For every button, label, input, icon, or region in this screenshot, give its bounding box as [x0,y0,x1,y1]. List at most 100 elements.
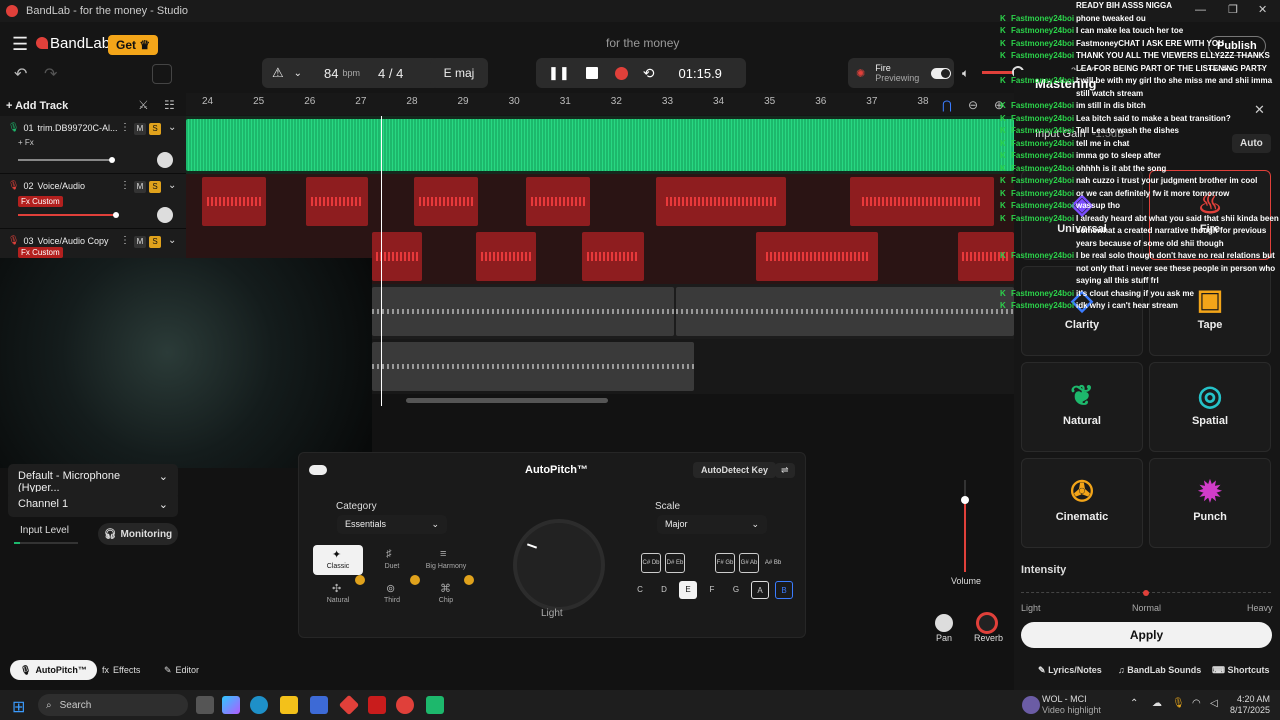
autodetect-key-button[interactable]: AutoDetect Key [693,462,777,478]
store-icon[interactable] [310,696,328,714]
tab-effects[interactable]: fx Effects [92,660,150,680]
shortcuts-button[interactable]: ⌨ Shortcuts [1212,665,1270,676]
track-volume-slider[interactable] [18,157,115,163]
reverb-knob[interactable] [976,612,998,634]
stop-button[interactable] [585,67,598,79]
intensity-slider[interactable] [1021,590,1271,596]
fire-toggle[interactable] [931,67,952,79]
audio-clip[interactable] [756,232,878,281]
wol-app-icon[interactable] [1022,696,1040,714]
audio-clip[interactable] [372,287,674,336]
metronome-icon[interactable]: ⚠ [272,65,284,81]
add-track-button[interactable]: + Add Track [6,100,68,112]
settings-sliders-icon[interactable]: ⇌ [775,463,795,478]
track-name[interactable]: Voice/Audio Copy [37,236,108,246]
audio-clip[interactable] [186,119,1014,171]
time-display[interactable]: 01:15.9 [679,66,722,81]
key-selector[interactable]: E maj [430,58,488,88]
cloud-icon[interactable]: ☁ [1152,698,1162,709]
audio-clip[interactable] [372,342,694,391]
windows-start-icon[interactable]: ⊞ [12,697,25,717]
speaker-icon[interactable]: 🔈︎ [962,66,969,81]
record-button[interactable] [614,66,628,80]
snap-magnet-icon[interactable]: ⋂ [942,98,952,112]
clock-time[interactable]: 4:20 AM [1237,694,1270,704]
mixer-icon[interactable]: ☷ [164,98,175,112]
edge-icon[interactable] [250,696,268,714]
key-f[interactable]: F [703,581,721,599]
microphone-tray-icon[interactable]: 🎙︎ [1172,698,1185,709]
track-volume-slider[interactable] [18,212,119,218]
mute-button[interactable]: M [134,181,146,193]
apply-button[interactable]: Apply [1021,622,1272,648]
track-header-3[interactable]: 🎙︎ 03 Voice/Audio Copy ⋮ M S ⌄ Fx Custom [0,229,186,259]
taskbar-search[interactable]: ⌕ Search [38,694,188,716]
audio-clip[interactable] [526,177,590,226]
audio-clip[interactable] [414,177,478,226]
tab-autopitch[interactable]: 🎙︎ AutoPitch™ [10,660,97,680]
key-g-sharp[interactable]: G# Ab [739,553,759,573]
solo-button[interactable]: S [149,123,161,135]
app-icon[interactable] [338,694,360,716]
bandlab-sounds-button[interactable]: ♫ BandLab Sounds [1118,665,1201,675]
preset-cinematic[interactable]: ✇ Cinematic [1021,458,1143,548]
undo-icon[interactable]: ↶ [14,64,27,84]
timeline-scrollbar[interactable] [406,398,608,403]
audio-clip[interactable] [372,232,422,281]
time-signature[interactable]: 4 / 4 [378,66,403,81]
track-name[interactable]: Voice/Audio [37,181,85,191]
hamburger-menu-icon[interactable]: ☰ [12,34,28,55]
pan-knob[interactable] [157,207,173,223]
key-d[interactable]: D [655,581,673,599]
track-lane-1[interactable] [186,116,1014,174]
key-g[interactable]: G [727,581,745,599]
audio-clip[interactable] [476,232,536,281]
zoom-out-icon[interactable]: ⊖ [968,98,978,112]
autopitch-volume-slider[interactable] [961,480,969,572]
scale-select[interactable]: Major ⌄ [657,515,767,534]
key-d-sharp[interactable]: D# Eb [665,553,685,573]
task-view-icon[interactable] [196,696,214,714]
autopitch-toggle[interactable] [309,465,327,475]
category-select[interactable]: Essentials ⌄ [337,515,447,534]
style-duet-button[interactable]: ♯ Duet [367,545,417,575]
add-fx-button[interactable]: + Fx [18,138,34,147]
style-big-harmony-button[interactable]: ≡ Big Harmony [421,545,471,575]
style-classic-button[interactable]: ✦ Classic [313,545,363,575]
audio-clip[interactable] [582,232,644,281]
monitoring-button[interactable]: 🎧︎ Monitoring [98,523,178,545]
key-e[interactable]: E [679,581,697,599]
tab-editor[interactable]: ✎ Editor [154,660,209,680]
wand-icon[interactable]: ⚔ [138,98,149,112]
timeline-ruler[interactable]: 24 25 26 27 28 29 30 31 32 33 34 35 36 37 38 [186,93,1014,115]
mute-button[interactable]: M [134,236,146,248]
mcafee-icon[interactable] [368,696,386,714]
intensity-thumb[interactable] [1143,590,1149,596]
clock-date[interactable]: 8/17/2025 [1230,705,1270,715]
style-third-button[interactable]: ⊚ Third [367,579,417,609]
key-f-sharp[interactable]: F# Gb [715,553,735,573]
track-header-2[interactable]: 🎙︎ 02 Voice/Audio ⋮ M S ⌄ Fx Custom [0,174,186,229]
audio-clip[interactable] [306,177,368,226]
speaker-tray-icon[interactable]: ◁ [1210,698,1218,709]
copilot-icon[interactable] [222,696,240,714]
pan-knob[interactable] [157,152,173,168]
preset-natural[interactable]: ❦ Natural [1021,362,1143,452]
more-options-icon[interactable]: ⋮ [120,180,130,191]
chevron-down-icon[interactable]: ⌄ [168,122,176,133]
whatsapp-icon[interactable] [426,696,444,714]
chevron-down-icon[interactable]: ⌄ [168,180,176,191]
playhead[interactable] [381,116,382,406]
file-explorer-icon[interactable] [280,696,298,714]
project-title[interactable]: for the money [606,36,679,50]
more-options-icon[interactable]: ⋮ [120,235,130,246]
redo-icon[interactable]: ↷ [44,64,57,84]
pitch-amount-knob[interactable] [513,519,605,611]
chevron-up-icon[interactable]: ⌃ [1130,698,1138,709]
more-options-icon[interactable]: ⋮ [120,122,130,133]
wifi-icon[interactable]: ◠ [1192,698,1201,709]
track-lane-2[interactable] [186,174,1014,229]
brand-name[interactable]: BandLab [50,35,110,52]
loop-icon[interactable]: ⟲ [643,65,655,82]
style-chip-button[interactable]: ⌘ Chip [421,579,471,609]
